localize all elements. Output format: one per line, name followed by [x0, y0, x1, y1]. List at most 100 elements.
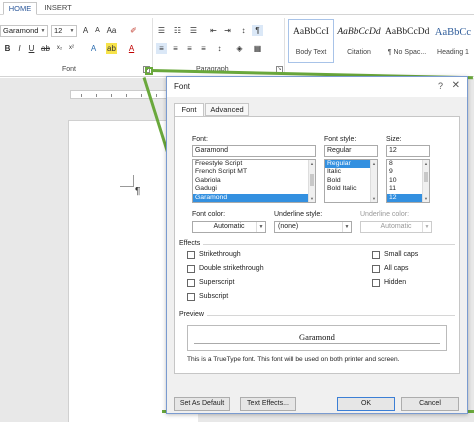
set-as-default-button[interactable]: Set As Default [174, 397, 230, 411]
cancel-button[interactable]: Cancel [401, 397, 459, 411]
scroll-up-icon[interactable]: ▲ [423, 160, 429, 167]
scroll-down-icon[interactable]: ▼ [423, 195, 429, 202]
double-strikethrough-checkbox[interactable]: Double strikethrough [187, 265, 307, 274]
font-name-input[interactable]: Garamond [192, 145, 316, 157]
style-list-scrollbar[interactable]: ▲ ▼ [370, 160, 377, 202]
list-item[interactable]: French Script MT [193, 168, 315, 176]
ruler-tick [126, 94, 127, 97]
tab-advanced[interactable]: Advanced [205, 103, 249, 116]
strikethrough-checkbox[interactable]: Strikethrough [187, 251, 307, 260]
underline-icon[interactable]: U [26, 43, 37, 54]
align-center-icon[interactable]: ≡ [170, 43, 181, 54]
effects-label: Effects [179, 240, 201, 247]
text-effects-button[interactable]: Text Effects... [240, 397, 296, 411]
increase-indent-icon[interactable]: ⇥ [222, 25, 233, 36]
font-size-combo[interactable]: 12 ▼ [51, 25, 77, 37]
scroll-down-icon[interactable]: ▼ [309, 195, 315, 202]
scroll-up-icon[interactable]: ▲ [371, 160, 377, 167]
shading-icon[interactable]: ◈ [234, 43, 245, 54]
tab-home[interactable]: HOME [3, 2, 37, 15]
font-style-list[interactable]: Regular Italic Bold Bold Italic ▲ ▼ [324, 159, 378, 203]
bold-icon[interactable]: B [2, 43, 13, 54]
scroll-thumb[interactable] [424, 172, 428, 182]
checkbox-label[interactable]: Hidden [384, 279, 406, 287]
font-size-input[interactable]: 12 [386, 145, 430, 157]
checkbox-box[interactable] [372, 279, 380, 287]
checkbox-label[interactable]: Small caps [384, 251, 418, 259]
highlight-icon[interactable]: ab [106, 43, 117, 54]
strikethrough-icon[interactable]: ab [40, 43, 51, 54]
borders-icon[interactable]: ▦ [252, 43, 263, 54]
font-name-value: Garamond [3, 26, 39, 35]
subscript-checkbox[interactable]: Subscript [187, 293, 307, 302]
italic-icon[interactable]: I [14, 43, 25, 54]
show-marks-icon[interactable]: ¶ [252, 25, 263, 36]
checkbox-box[interactable] [187, 251, 195, 259]
tab-font[interactable]: Font [174, 103, 204, 117]
font-size-list[interactable]: 8 9 10 11 12 ▲ ▼ [386, 159, 430, 203]
style-citation[interactable]: AaBbCcDd Citation [336, 19, 382, 63]
list-item[interactable]: Freestyle Script [193, 160, 315, 168]
font-color-dropdown[interactable]: Automatic ▼ [192, 221, 266, 233]
checkbox-box[interactable] [187, 279, 195, 287]
checkbox-label[interactable]: Strikethrough [199, 251, 241, 259]
bullets-icon[interactable]: ☰ [156, 25, 167, 36]
font-name-combo[interactable]: Garamond ▼ [0, 25, 48, 37]
style-no-spacing[interactable]: AaBbCcDd ¶ No Spac... [384, 19, 430, 63]
help-icon[interactable]: ? [438, 81, 443, 91]
chevron-down-icon: ▼ [40, 28, 46, 34]
size-list-scrollbar[interactable]: ▲ ▼ [422, 160, 429, 202]
scroll-thumb[interactable] [310, 174, 314, 186]
checkbox-label[interactable]: Superscript [199, 279, 234, 287]
font-list-scrollbar[interactable]: ▲ ▼ [308, 160, 315, 202]
checkbox-label[interactable]: All caps [384, 265, 409, 273]
superscript-icon[interactable]: x² [66, 43, 77, 54]
change-case-icon[interactable]: Aa [106, 25, 117, 36]
list-item[interactable]: Gabriola [193, 177, 315, 185]
checkbox-label[interactable]: Double strikethrough [199, 265, 264, 273]
align-left-icon[interactable]: ≡ [156, 43, 167, 54]
hidden-checkbox[interactable]: Hidden [372, 279, 452, 288]
superscript-checkbox[interactable]: Superscript [187, 279, 307, 288]
font-size-value: 12 [54, 26, 63, 35]
multilevel-list-icon[interactable]: ☰ [188, 25, 199, 36]
text-effects-icon[interactable]: A [88, 43, 99, 54]
font-style-input[interactable]: Regular [324, 145, 378, 157]
checkbox-label[interactable]: Subscript [199, 293, 228, 301]
decrease-indent-icon[interactable]: ⇤ [208, 25, 219, 36]
font-tab-panel: Font: Garamond Freestyle Script French S… [174, 116, 460, 374]
margin-mark [120, 186, 134, 187]
ok-button[interactable]: OK [337, 397, 395, 411]
style-heading-1[interactable]: AaBbCc Heading 1 [432, 19, 474, 63]
checkbox-box[interactable] [187, 265, 195, 273]
list-item[interactable]: Garamond [193, 193, 315, 202]
scroll-down-icon[interactable]: ▼ [371, 195, 377, 202]
preview-label: Preview [179, 311, 204, 318]
sort-icon[interactable]: ↕ [238, 25, 249, 36]
subscript-icon[interactable]: x₂ [54, 43, 65, 54]
style-sample: AaBbCc [434, 27, 472, 38]
scroll-up-icon[interactable]: ▲ [309, 160, 315, 167]
font-list[interactable]: Freestyle Script French Script MT Gabrio… [192, 159, 316, 203]
checkbox-box[interactable] [372, 265, 380, 273]
grow-font-icon[interactable]: A [80, 25, 91, 36]
small-caps-checkbox[interactable]: Small caps [372, 251, 452, 260]
all-caps-checkbox[interactable]: All caps [372, 265, 452, 274]
chevron-down-icon: ▼ [422, 222, 431, 232]
line-spacing-icon[interactable]: ↕ [214, 43, 225, 54]
tab-insert[interactable]: INSERT [40, 2, 76, 15]
list-item[interactable]: Gadugi [193, 185, 315, 193]
shrink-font-icon[interactable]: A [92, 25, 103, 36]
close-icon[interactable]: ✕ [452, 80, 460, 91]
preview-baseline [194, 343, 440, 344]
checkbox-box[interactable] [187, 293, 195, 301]
style-body-text[interactable]: AaBbCcI Body Text [288, 19, 334, 63]
align-right-icon[interactable]: ≡ [184, 43, 195, 54]
justify-icon[interactable]: ≡ [198, 43, 209, 54]
numbering-icon[interactable]: ☷ [172, 25, 183, 36]
checkbox-box[interactable] [372, 251, 380, 259]
underline-style-dropdown[interactable]: (none) ▼ [274, 221, 352, 233]
underline-style-label: Underline style: [274, 211, 323, 218]
font-color-icon[interactable]: A [126, 43, 137, 54]
clear-formatting-icon[interactable]: ✐ [128, 25, 139, 36]
